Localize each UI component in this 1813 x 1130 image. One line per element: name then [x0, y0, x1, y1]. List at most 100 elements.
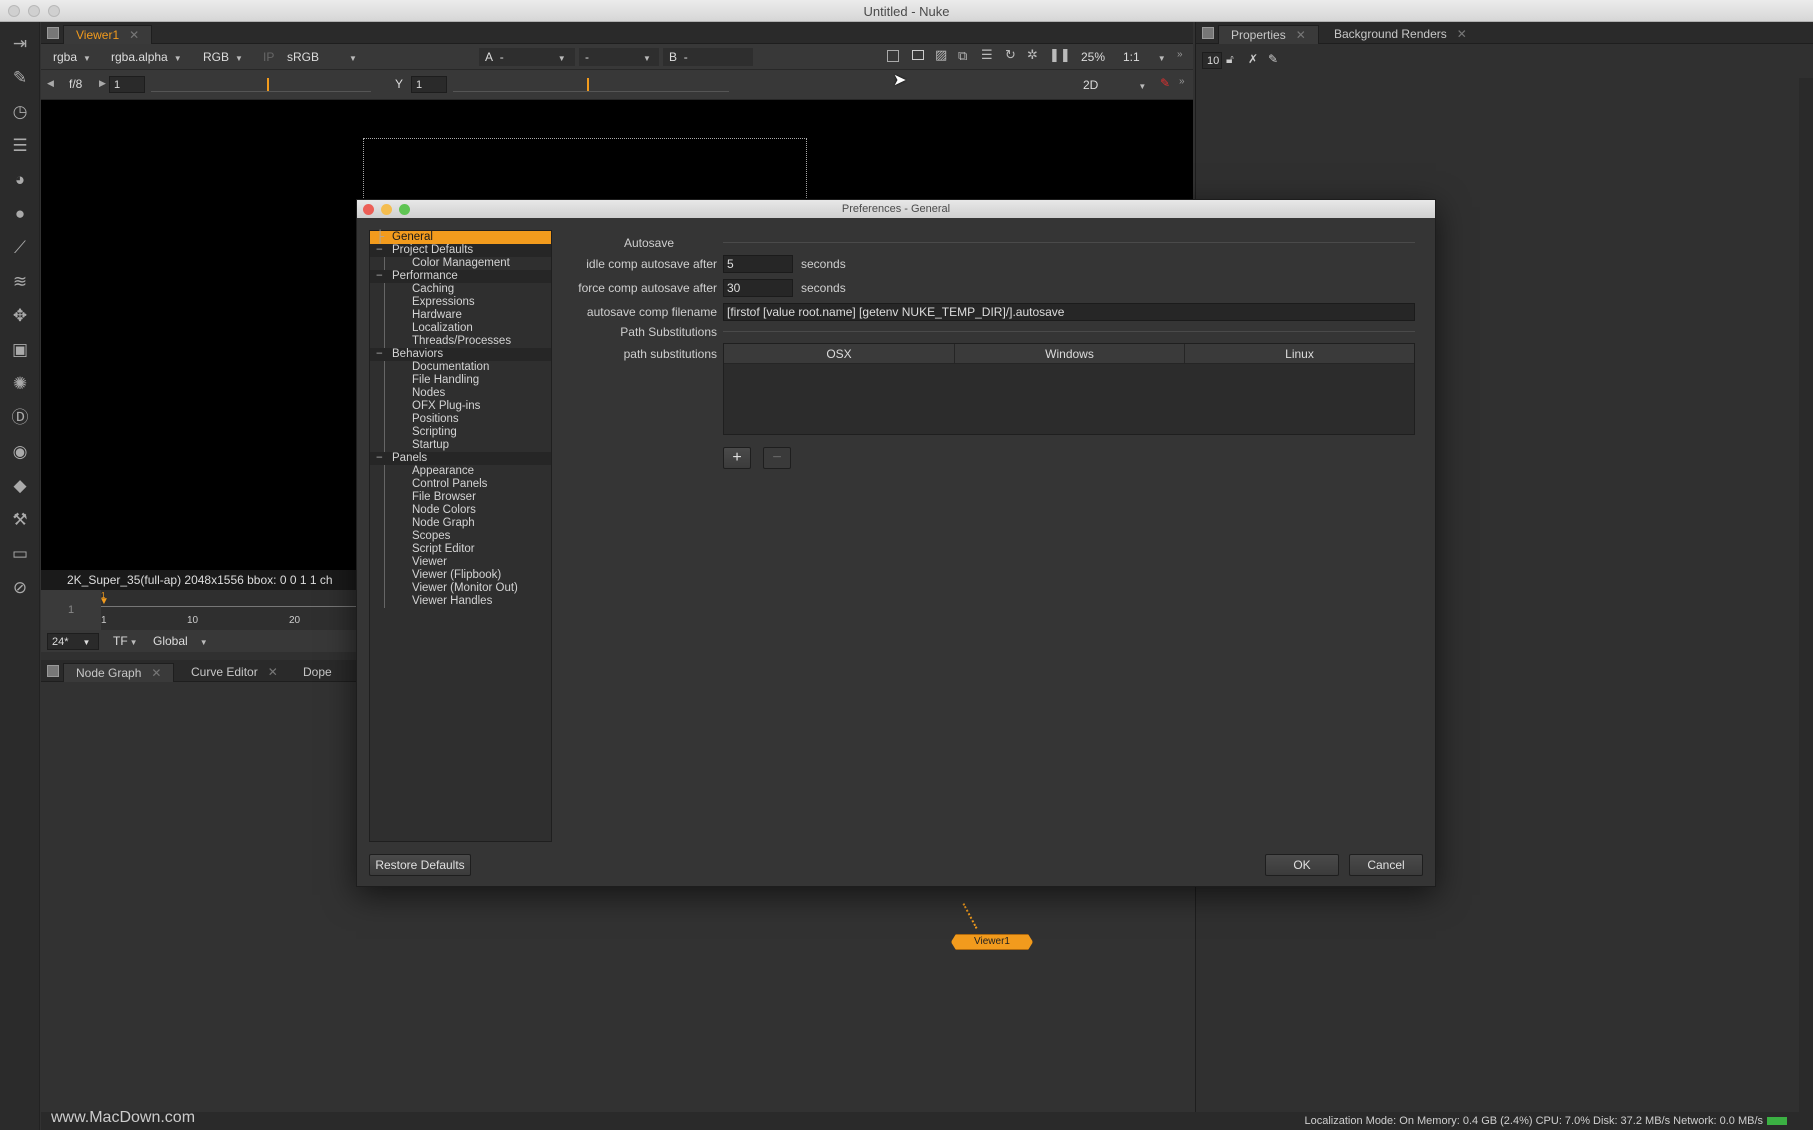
furnace-icon[interactable]: ⊘ — [8, 576, 32, 600]
alpha-channel-dropdown[interactable]: rgba.alpha ▼ — [105, 48, 182, 66]
input-b-dropdown[interactable]: B - — [663, 48, 753, 66]
lock-icon[interactable]: 🔓︎ — [1226, 52, 1234, 67]
collapse-icon[interactable]: − — [376, 452, 383, 465]
path-substitutions-table[interactable]: OSX Windows Linux — [723, 343, 1415, 435]
close-tab-icon[interactable]: ✕ — [268, 665, 278, 679]
input-a-dropdown[interactable]: A - ▼ — [479, 48, 575, 66]
ratio-dropdown[interactable]: 1:1 ▼ — [1117, 48, 1166, 66]
tab-viewer1[interactable]: Viewer1 ✕ — [63, 25, 153, 44]
pause-icon[interactable]: ❚❚ — [1049, 47, 1071, 63]
tree-item[interactable]: Node Colors — [370, 504, 551, 517]
channel-icon[interactable]: ☰ — [8, 134, 32, 158]
viewer-node[interactable]: Viewer1 — [951, 934, 1033, 950]
panel-menu-icon[interactable] — [47, 665, 59, 677]
tree-item[interactable]: Node Graph — [370, 517, 551, 530]
3d-icon[interactable]: ▣ — [8, 338, 32, 362]
tree-item[interactable]: Scopes — [370, 530, 551, 543]
pen-icon[interactable]: ✎ — [1160, 76, 1170, 90]
composite-dropdown[interactable]: - ▼ — [579, 48, 659, 66]
expand-icon-2[interactable]: » — [1179, 76, 1185, 87]
force-autosave-input[interactable]: 30 — [723, 279, 793, 297]
properties-scrollbar[interactable] — [1799, 78, 1813, 1112]
wipe-icon[interactable]: ▨ — [935, 47, 947, 63]
expand-icon[interactable]: » — [1177, 49, 1183, 60]
ip-button[interactable]: IP — [257, 48, 274, 66]
tree-item[interactable]: Scripting — [370, 426, 551, 439]
tree-item[interactable]: Viewer — [370, 556, 551, 569]
tree-item[interactable]: ├ General — [370, 231, 551, 244]
gamma-slider[interactable] — [453, 78, 729, 92]
tree-item[interactable]: − Project Defaults — [370, 244, 551, 257]
tree-item[interactable]: Viewer (Flipbook) — [370, 569, 551, 582]
tree-item[interactable]: Viewer Handles — [370, 595, 551, 608]
tree-item[interactable]: Script Editor — [370, 543, 551, 556]
close-tab-icon[interactable]: ✕ — [1296, 28, 1306, 42]
clear-panels-icon[interactable]: ✗ — [1248, 52, 1258, 66]
tree-item[interactable]: Control Panels — [370, 478, 551, 491]
current-frame-box[interactable]: 1 — [41, 590, 101, 630]
settings-icon[interactable]: ✲ — [1027, 47, 1038, 63]
tab-background-renders[interactable]: Background Renders ✕ — [1322, 25, 1479, 44]
idle-autosave-input[interactable]: 5 — [723, 255, 793, 273]
transform-icon[interactable]: ✥ — [8, 304, 32, 328]
overlay-icon[interactable]: ⧉ — [958, 48, 967, 64]
refresh-icon[interactable]: ↻ — [1005, 47, 1016, 63]
tree-item[interactable]: Appearance — [370, 465, 551, 478]
close-tab-icon[interactable]: ✕ — [1457, 27, 1467, 41]
column-header-linux[interactable]: Linux — [1185, 344, 1414, 364]
draw-icon[interactable]: ✎ — [8, 66, 32, 90]
display-channels-dropdown[interactable]: RGB ▼ — [197, 48, 243, 66]
collapse-icon[interactable]: − — [376, 348, 383, 361]
edit-icon[interactable]: ✎ — [1268, 52, 1278, 66]
ok-button[interactable]: OK — [1265, 854, 1339, 876]
filter-icon[interactable]: ● — [8, 202, 32, 226]
dialog-minimize-button[interactable] — [381, 204, 392, 215]
close-tab-icon[interactable]: ✕ — [151, 666, 161, 680]
close-tab-icon[interactable]: ✕ — [129, 28, 139, 42]
tf-dropdown[interactable]: TF ▼ — [107, 632, 138, 650]
time-icon[interactable]: ◷ — [8, 100, 32, 124]
tree-item[interactable]: − Panels — [370, 452, 551, 465]
tree-item[interactable]: Positions — [370, 413, 551, 426]
tree-item[interactable]: File Browser — [370, 491, 551, 504]
dialog-zoom-button[interactable] — [399, 204, 410, 215]
gain-input[interactable]: 1 — [109, 76, 145, 93]
lut-dropdown[interactable]: sRGB ▼ — [281, 48, 357, 66]
tree-item[interactable]: Viewer (Monitor Out) — [370, 582, 551, 595]
gamma-input[interactable]: 1 — [411, 76, 447, 93]
lines-icon[interactable]: ☰ — [981, 47, 993, 63]
channels-dropdown[interactable]: rgba ▼ — [47, 48, 91, 66]
metadata-icon[interactable]: ◆ — [8, 474, 32, 498]
range-dropdown[interactable]: Global ▼ — [147, 632, 208, 650]
autosave-filename-input[interactable]: [firstof [value root.name] [getenv NUKE_… — [723, 303, 1415, 321]
tab-properties[interactable]: Properties ✕ — [1218, 25, 1319, 44]
tree-item[interactable]: Documentation — [370, 361, 551, 374]
roi-icon[interactable] — [887, 50, 899, 62]
tree-item[interactable]: File Handling — [370, 374, 551, 387]
other-icon[interactable]: ▭ — [8, 542, 32, 566]
collapse-icon[interactable]: − — [376, 270, 383, 283]
remove-substitution-button[interactable]: − — [763, 447, 791, 469]
toolsets-icon[interactable]: ⚒ — [8, 508, 32, 532]
dialog-close-button[interactable] — [363, 204, 374, 215]
zoom-dropdown[interactable]: 25% — [1075, 48, 1105, 66]
gain-right-arrow-icon[interactable]: ▶ — [99, 78, 106, 89]
panel-menu-icon[interactable] — [47, 27, 59, 39]
views-icon[interactable]: ◉ — [8, 440, 32, 464]
gain-left-arrow-icon[interactable]: ◀ — [47, 78, 54, 89]
keyer-icon[interactable]: ⟋ — [8, 236, 32, 260]
particles-icon[interactable]: ✺ — [8, 372, 32, 396]
max-panels-input[interactable]: 10 — [1202, 52, 1222, 69]
collapse-icon[interactable]: − — [376, 244, 383, 257]
tree-branch-icon[interactable]: ├ — [376, 231, 384, 244]
cancel-button[interactable]: Cancel — [1349, 854, 1423, 876]
image-icon[interactable]: ⇥ — [8, 32, 32, 56]
tree-item[interactable]: Nodes — [370, 387, 551, 400]
gain-slider[interactable] — [151, 78, 371, 92]
fps-input[interactable]: 24* ▼ — [47, 633, 99, 650]
color-icon[interactable]: ◕ — [8, 168, 32, 192]
deep-icon[interactable]: Ⓓ — [8, 406, 32, 430]
add-substitution-button[interactable]: + — [723, 447, 751, 469]
tab-dope-sheet[interactable]: Dope She — [291, 663, 351, 682]
tab-curve-editor[interactable]: Curve Editor ✕ — [179, 663, 290, 682]
